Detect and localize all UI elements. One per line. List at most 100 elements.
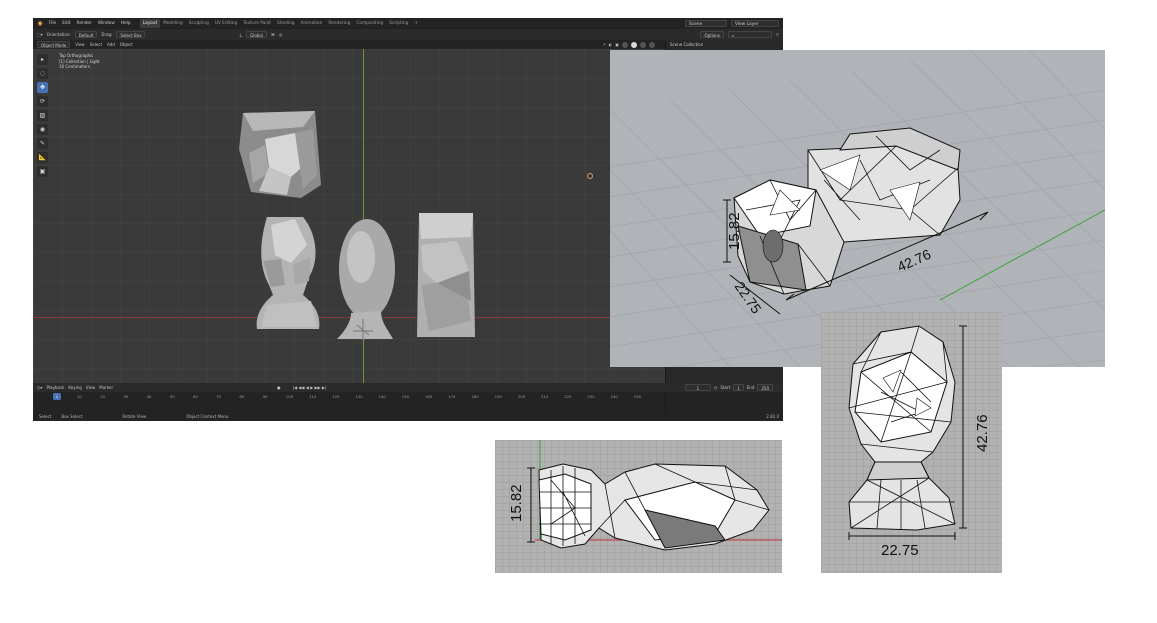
timeline-tick-label: 220 — [564, 394, 572, 399]
status-select: Select — [39, 414, 52, 419]
tab-compositing[interactable]: Compositing — [353, 19, 386, 28]
front-profile-mesh[interactable] — [848, 325, 956, 531]
object-pawn-left[interactable] — [256, 217, 320, 329]
menu-help[interactable]: Help — [118, 21, 134, 26]
end-label: End — [746, 385, 755, 390]
rendered-shading-icon[interactable] — [649, 41, 655, 48]
tab-texture-paint[interactable]: Texture Paint — [240, 19, 274, 28]
timeline-tick-label: 190 — [494, 394, 502, 399]
viewport-objects — [239, 111, 593, 341]
options-dropdown[interactable]: Options — [700, 31, 724, 38]
timeline-side-panel — [665, 392, 783, 412]
timeline-tick-label: 80 — [239, 394, 245, 399]
timeline-tick-label: 90 — [262, 394, 268, 399]
proportional-edit-icon[interactable]: ◎ — [279, 32, 283, 37]
select-mode-icon[interactable]: ⬚▾ — [37, 32, 43, 37]
current-frame-field[interactable]: 1 — [684, 384, 711, 391]
timeline-tick-label: 180 — [471, 394, 479, 399]
filter-icon[interactable]: ▽ — [776, 32, 783, 37]
timeline-tick-label: 120 — [332, 394, 340, 399]
mode-dropdown[interactable]: Object Mode — [37, 41, 71, 48]
start-label: Start — [720, 385, 731, 390]
add-cube-tool-icon[interactable]: ▣ — [37, 166, 48, 177]
cad-front-view[interactable]: 42.76 22.75 — [821, 312, 1002, 573]
timeline-ticks: 10 20 30 40 50 60 70 80 90 100 110 120 130 140 150 160 1… — [47, 394, 657, 400]
view-layer-selector[interactable]: View Layer — [731, 20, 779, 27]
timeline-tick-label: 200 — [517, 394, 526, 399]
blender-logo-icon[interactable]: ◉ — [36, 20, 44, 28]
playback-controls[interactable]: |◀ ◀◀ ◀ ▶ ▶▶ ▶| — [293, 385, 327, 390]
front-scene: 42.76 22.75 — [848, 325, 991, 559]
material-shading-icon[interactable] — [640, 41, 646, 48]
menu-render[interactable]: Render — [74, 21, 95, 26]
tab-sculpting[interactable]: Sculpting — [186, 19, 212, 28]
object-block-right[interactable] — [417, 213, 475, 337]
menu-add[interactable]: Add — [107, 42, 115, 47]
search-field[interactable]: ⌕ — [727, 31, 772, 38]
tab-scripting[interactable]: Scripting — [386, 19, 411, 28]
menu-timeline-view[interactable]: View — [86, 385, 96, 390]
tab-rendering[interactable]: Rendering — [325, 19, 353, 28]
object-egg-pawn[interactable] — [337, 219, 395, 341]
timeline-tick-label: 70 — [216, 394, 222, 399]
side-dimension-line — [527, 467, 535, 543]
xray-icon[interactable]: ▣ — [615, 42, 619, 48]
scale-tool-icon[interactable]: ▨ — [37, 110, 48, 121]
snap-icon[interactable]: ⌘ — [271, 32, 275, 37]
object-cube-scan[interactable] — [239, 111, 321, 198]
move-tool-icon[interactable]: ✥ — [37, 82, 48, 93]
timeline-area[interactable]: 1 10 20 30 40 50 60 70 80 90 100 110 120 130 140 150 16… — [33, 392, 665, 412]
solid-shading-icon[interactable] — [631, 41, 637, 48]
timeline-tick-label: 250 — [633, 394, 642, 399]
start-frame-field[interactable]: 1 — [733, 384, 744, 391]
scanned-part-mesh[interactable] — [733, 127, 961, 295]
timeline-tick-label: 40 — [146, 394, 152, 399]
measure-tool-icon[interactable]: 📐 — [37, 152, 48, 163]
wireframe-shading-icon[interactable] — [622, 41, 628, 48]
timeline-tick-label: 150 — [401, 394, 410, 399]
status-rotate: Rotate View — [122, 414, 147, 419]
tab-modeling[interactable]: Modeling — [160, 19, 186, 28]
3d-viewport[interactable]: Top Orthographic (1) Collection | Light … — [33, 49, 665, 383]
overlay-icon[interactable]: ◐ — [609, 42, 613, 48]
editor-type-icon[interactable]: ◷▾ — [37, 385, 43, 390]
timeline-tick-label: 50 — [169, 394, 175, 399]
outliner-scene-collection[interactable]: Scene Collection — [666, 40, 783, 49]
tab-layout[interactable]: Layout — [139, 19, 161, 28]
menu-playback[interactable]: Playback — [47, 385, 65, 390]
menu-edit[interactable]: Edit — [59, 21, 73, 26]
orientation-dropdown[interactable]: Default — [74, 31, 98, 38]
timeline-tick-label: 230 — [587, 394, 595, 399]
timeline-tick-label: 30 — [123, 394, 129, 399]
menu-object[interactable]: Object — [120, 42, 133, 47]
dim-height-label: 15.82 — [726, 212, 743, 250]
menu-marker[interactable]: Marker — [99, 385, 113, 390]
annotate-tool-icon[interactable]: ✎ — [37, 138, 48, 149]
menu-select[interactable]: Select — [90, 42, 102, 47]
cursor-tool-icon[interactable]: ▸ — [37, 54, 48, 65]
light-object-icon[interactable] — [587, 173, 593, 179]
menu-keying[interactable]: Keying — [68, 385, 81, 390]
transform-orientation-icon: ⟂ — [239, 32, 243, 37]
drag-label: Drag: — [101, 32, 113, 37]
record-icon[interactable]: ● — [277, 385, 281, 390]
menu-window[interactable]: Window — [95, 21, 118, 26]
tab-uv-editing[interactable]: UV Editing — [212, 19, 240, 28]
menu-file[interactable]: File — [46, 21, 59, 26]
gizmo-icon[interactable]: ↗ — [602, 42, 605, 48]
side-profile-mesh[interactable] — [538, 463, 770, 551]
transform-tool-icon[interactable]: ◉ — [37, 124, 48, 135]
rotate-tool-icon[interactable]: ⟳ — [37, 96, 48, 107]
transform-orientation-dropdown[interactable]: Global — [246, 31, 267, 38]
top-menu-bar: ◉ File Edit Render Window Help Layout Mo… — [33, 18, 783, 29]
menu-view[interactable]: View — [75, 42, 85, 47]
drag-dropdown[interactable]: Select Box — [116, 31, 146, 38]
end-frame-field[interactable]: 250 — [757, 384, 773, 391]
select-tool-icon[interactable]: ◌ — [37, 68, 48, 79]
tab-animation[interactable]: Animation — [297, 19, 325, 28]
scene-selector[interactable]: Scene — [685, 20, 727, 27]
cad-side-view[interactable]: 15.82 — [495, 440, 782, 573]
timeline-tick-label: 140 — [378, 394, 386, 399]
tab-shading[interactable]: Shading — [274, 19, 297, 28]
add-workspace-button[interactable]: + — [411, 19, 421, 28]
